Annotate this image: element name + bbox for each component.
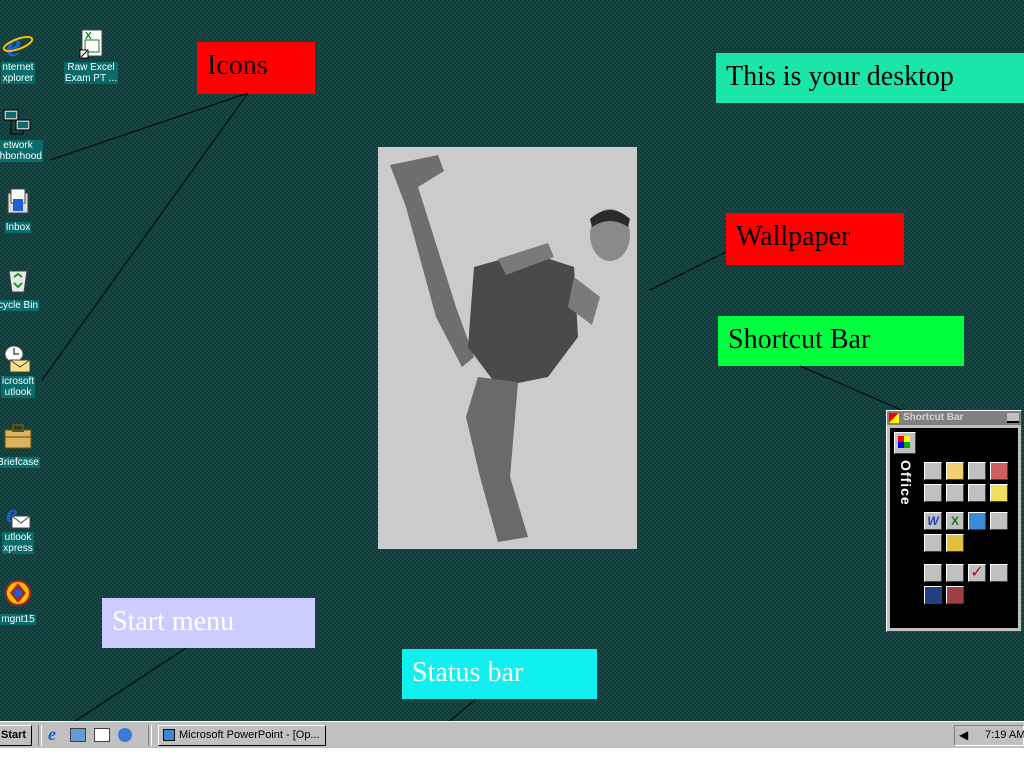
taskbar: Start e Microsoft PowerPoint - [Op... ◀ …: [0, 721, 1024, 748]
send-message-icon[interactable]: [968, 462, 986, 480]
start-button-label: Start: [1, 729, 27, 741]
quicklaunch-internet-explorer-icon[interactable]: e: [48, 725, 66, 745]
new-document-icon[interactable]: [924, 462, 942, 480]
powerpoint-icon[interactable]: [968, 512, 986, 530]
powerpoint-task-icon: [163, 729, 175, 741]
access-icon[interactable]: [990, 512, 1008, 530]
note-icon[interactable]: [990, 484, 1008, 502]
taskbar-separator: [148, 725, 152, 746]
shortcut-bar-body: Office W X ✓: [890, 428, 1018, 628]
appointment-icon[interactable]: [990, 462, 1008, 480]
slide-bottom-margin: [0, 748, 1024, 768]
key-icon[interactable]: [946, 534, 964, 552]
books-icon[interactable]: [924, 586, 942, 604]
taskbar-task-label: Microsoft PowerPoint - [Op...: [179, 729, 320, 741]
contact-icon[interactable]: [946, 484, 964, 502]
taskbar-task-powerpoint[interactable]: Microsoft PowerPoint - [Op...: [158, 725, 326, 746]
office-logo-icon: [889, 413, 899, 423]
quicklaunch-channels-icon[interactable]: [118, 728, 132, 742]
find-icon[interactable]: [924, 564, 942, 582]
callout-pointer-lines: [3, 92, 937, 768]
excel-icon[interactable]: X: [946, 512, 964, 530]
office-section-label: Office: [898, 460, 914, 506]
open-document-icon[interactable]: [946, 462, 964, 480]
quicklaunch-outlook-express-icon[interactable]: [70, 728, 86, 742]
system-tray: ◀ 7:19 AM: [954, 725, 1024, 746]
shortcut-bar-titlebar[interactable]: Shortcut Bar: [887, 411, 1021, 425]
icons-pointer-line: [41, 92, 249, 381]
minimize-button[interactable]: [1007, 413, 1019, 423]
taskbar-separator: [38, 725, 42, 746]
icons-pointer-line: [49, 92, 249, 161]
journal-icon[interactable]: [968, 484, 986, 502]
start-button[interactable]: Start: [0, 725, 32, 746]
word-icon[interactable]: W: [924, 512, 942, 530]
check-icon[interactable]: ✓: [968, 564, 986, 582]
task-icon[interactable]: [924, 484, 942, 502]
volume-icon[interactable]: ◀: [959, 728, 971, 742]
wallpaper-pointer-line: [649, 251, 727, 291]
tools-icon[interactable]: [946, 586, 964, 604]
shortcut-icon[interactable]: [946, 564, 964, 582]
quicklaunch-show-desktop-icon[interactable]: [94, 728, 110, 742]
office-shortcut-bar[interactable]: Shortcut Bar Office W X ✓: [886, 410, 1022, 632]
office-toolbar-button[interactable]: [894, 432, 916, 454]
binder-icon[interactable]: [924, 534, 942, 552]
office-assistant-icon[interactable]: [990, 564, 1008, 582]
shortcut-bar-title: Shortcut Bar: [903, 412, 964, 423]
clock[interactable]: 7:19 AM: [985, 726, 1024, 745]
